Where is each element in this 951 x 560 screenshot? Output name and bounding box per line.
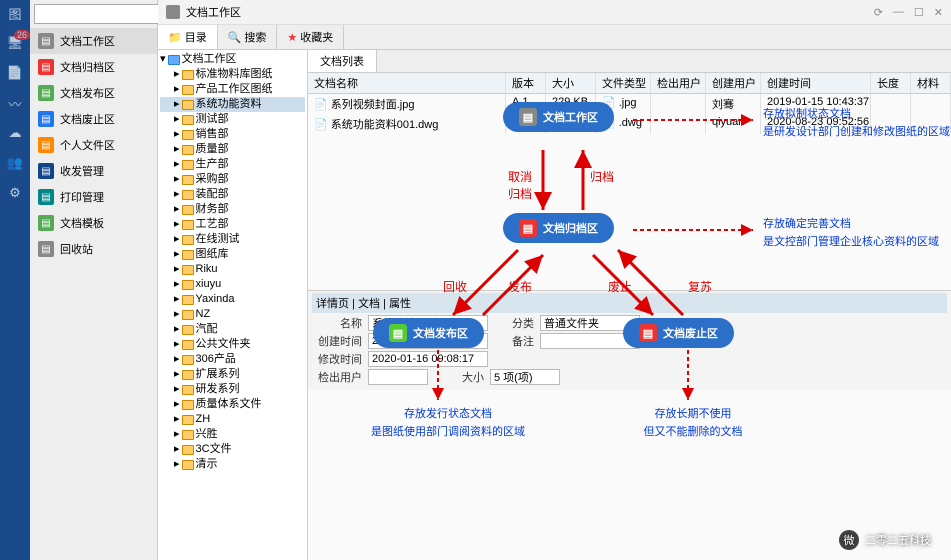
prop-utime[interactable] <box>368 351 488 367</box>
left-rail: 图 🖥 📄 〰 ☁ 👥 ⚙ <box>0 0 30 560</box>
tree-node[interactable]: ▸标准物料库图纸 <box>160 67 305 82</box>
sidebar-item-4[interactable]: ▤个人文件区 <box>30 132 157 158</box>
tree-node[interactable]: ▸公共文件夹 <box>160 337 305 352</box>
tree-node[interactable]: ▸兴胜 <box>160 427 305 442</box>
sidebar-item-6[interactable]: ▤打印管理 <box>30 184 157 210</box>
prop-checkout[interactable] <box>368 369 428 385</box>
maximize-icon[interactable]: ☐ <box>914 6 924 19</box>
tree-node[interactable]: ▸系统功能资料 <box>160 97 305 112</box>
tree-node[interactable]: ▸在线测试 <box>160 232 305 247</box>
prop-size[interactable] <box>490 369 560 385</box>
tree-node[interactable]: ▸306产品 <box>160 352 305 367</box>
property-panel: 详情页 | 文档 | 属性 名称分类 创建时间备注 修改时间 检出用户大小 <box>308 290 951 390</box>
tree-node[interactable]: ▸扩展系列 <box>160 367 305 382</box>
sidebar-item-1[interactable]: ▤文档归档区 <box>30 54 157 80</box>
tabbar: 📁目录 🔍搜索 ★收藏夹 <box>158 25 951 50</box>
sidebar-item-0[interactable]: ▤文档工作区 <box>30 28 157 54</box>
main: 文档工作区 ⟳ — ☐ ✕ 📁目录 🔍搜索 ★收藏夹 ▾文档工作区▸标准物料库图… <box>158 0 951 560</box>
tree-node[interactable]: ▸Riku <box>160 262 305 277</box>
prop-ctime[interactable] <box>368 333 488 349</box>
cloud-icon[interactable]: ☁ <box>6 124 24 142</box>
right-panel: 文档列表 文档名称版本大小文件类型检出用户创建用户创建时间长度材料 📄 系列视频… <box>308 50 951 560</box>
watermark: 微 二零二五科技 <box>839 530 931 550</box>
sidebar: 🔍 ▤文档工作区▤文档归档区▤文档发布区▤文档废止区▤个人文件区▤收发管理▤打印… <box>30 0 158 560</box>
tab-catalog[interactable]: 📁目录 <box>158 25 218 49</box>
tree-node[interactable]: ▸xiuyu <box>160 277 305 292</box>
tree-node[interactable]: ▸汽配 <box>160 322 305 337</box>
tree-node[interactable]: ▸清示 <box>160 457 305 472</box>
tree-node[interactable]: ▸财务部 <box>160 202 305 217</box>
minimize-icon[interactable]: — <box>893 6 904 19</box>
users-icon[interactable]: 👥 <box>6 154 24 172</box>
gear-icon[interactable]: ⚙ <box>6 184 24 202</box>
table-header: 文档名称版本大小文件类型检出用户创建用户创建时间长度材料 <box>308 73 951 94</box>
tree-node[interactable]: ▸ZH <box>160 412 305 427</box>
logo-icon: 图 <box>6 4 24 22</box>
bubble-archive: ▤文档归档区 <box>503 213 614 243</box>
folder-tree[interactable]: ▾文档工作区▸标准物料库图纸▸产品工作区图纸▸系统功能资料▸测试部▸销售部▸质量… <box>158 50 308 560</box>
title-icon <box>166 5 180 19</box>
prop-cat[interactable] <box>540 315 640 331</box>
chart-icon[interactable]: 〰 <box>6 94 24 112</box>
prop-header: 详情页 | 文档 | 属性 <box>312 293 947 313</box>
tree-node[interactable]: ▸3C文件 <box>160 442 305 457</box>
sidebar-item-3[interactable]: ▤文档废止区 <box>30 106 157 132</box>
note-abolish: 存放长期不使用但又不能删除的文档 <box>608 405 778 441</box>
tab-doclist[interactable]: 文档列表 <box>308 50 377 72</box>
tree-node[interactable]: ▸测试部 <box>160 112 305 127</box>
table-row[interactable]: 📄 系列视频封面.jpgA.1229 KB📄 .jpg刘骞2019-01-15 … <box>308 94 951 114</box>
tree-node[interactable]: ▸图纸库 <box>160 247 305 262</box>
titlebar: 文档工作区 ⟳ — ☐ ✕ <box>158 0 951 25</box>
doc-icon[interactable]: 📄 <box>6 64 24 82</box>
tree-node[interactable]: ▸NZ <box>160 307 305 322</box>
tab-search[interactable]: 🔍搜索 <box>218 25 278 49</box>
tree-node[interactable]: ▸销售部 <box>160 127 305 142</box>
prop-note[interactable] <box>540 333 640 349</box>
tree-node[interactable]: ▸质量部 <box>160 142 305 157</box>
alert-icon[interactable]: 🖥 <box>6 34 24 52</box>
tree-node[interactable]: ▸工艺部 <box>160 217 305 232</box>
refresh-icon[interactable]: ⟳ <box>874 6 883 19</box>
sidebar-item-5[interactable]: ▤收发管理 <box>30 158 157 184</box>
tree-node[interactable]: ▸生产部 <box>160 157 305 172</box>
prop-name[interactable] <box>368 315 488 331</box>
tab-fav[interactable]: ★收藏夹 <box>277 25 344 49</box>
tree-node[interactable]: ▸研发系列 <box>160 382 305 397</box>
note-publish: 存放发行状态文档是图纸使用部门调阅资料的区域 <box>343 405 553 441</box>
sidebar-item-2[interactable]: ▤文档发布区 <box>30 80 157 106</box>
tree-node[interactable]: ▸产品工作区图纸 <box>160 82 305 97</box>
tree-node[interactable]: ▸Yaxinda <box>160 292 305 307</box>
tree-node[interactable]: ▸装配部 <box>160 187 305 202</box>
tree-node[interactable]: ▸质量体系文件 <box>160 397 305 412</box>
tree-node[interactable]: ▸采购部 <box>160 172 305 187</box>
wechat-icon: 微 <box>839 530 859 550</box>
sidebar-item-8[interactable]: ▤回收站 <box>30 236 157 262</box>
close-icon[interactable]: ✕ <box>934 6 943 19</box>
page-title: 文档工作区 <box>186 4 241 20</box>
table-row[interactable]: 📄 系统功能资料001.dwgA.173 KB📄 .dwgqiyuan2020-… <box>308 114 951 134</box>
sidebar-item-7[interactable]: ▤文档模板 <box>30 210 157 236</box>
note-archive: 存放确定完善文档是文控部门管理企业核心资料的区域 <box>763 215 939 251</box>
